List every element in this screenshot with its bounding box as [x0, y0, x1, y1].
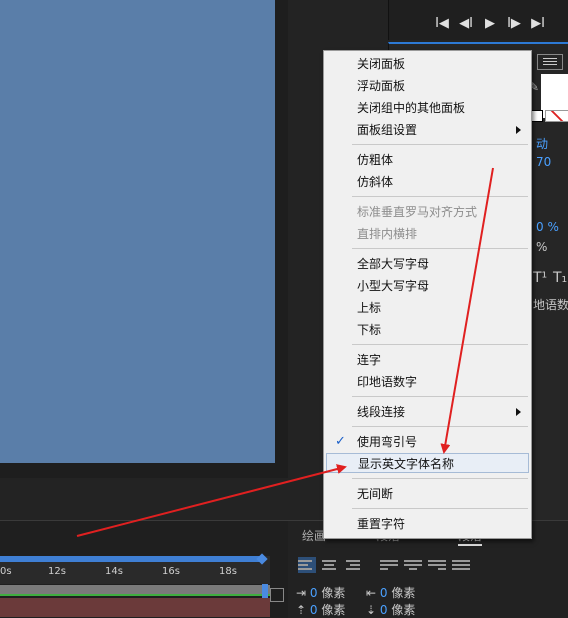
no-stroke-swatch[interactable]: [545, 110, 568, 122]
menu-item-label: 面板组设置: [357, 123, 418, 137]
justify-last-center-icon[interactable]: [404, 557, 422, 573]
prev-frame-button[interactable]: ◀I: [457, 16, 475, 32]
menu-item-all-caps[interactable]: 全部大写字母: [326, 254, 529, 274]
tick-label: 0s: [0, 566, 12, 577]
last-frame-button[interactable]: ▶I: [529, 16, 547, 32]
menu-item-panel-group-settings[interactable]: 面板组设置: [326, 120, 529, 140]
work-area-bar[interactable]: [0, 556, 262, 562]
align-left-icon[interactable]: [298, 557, 316, 573]
menu-separator: [352, 196, 528, 197]
baseline-value[interactable]: %: [536, 240, 547, 254]
space-after-value[interactable]: 0: [380, 603, 388, 617]
composition-panel: [0, 0, 288, 478]
menu-separator: [352, 508, 528, 509]
autokern-value[interactable]: 动: [536, 135, 548, 152]
subscript-icon[interactable]: T₁: [553, 270, 567, 286]
unit-label: 像素: [391, 586, 416, 600]
space-before-row[interactable]: ⇡ 0 像素: [296, 601, 345, 618]
menu-item-label: 全部大写字母: [357, 257, 430, 271]
tick-label: 18s: [219, 566, 237, 577]
justify-last-left-icon[interactable]: [380, 557, 398, 573]
justify-last-right-icon[interactable]: [428, 557, 446, 573]
align-right-icon[interactable]: [346, 557, 364, 573]
menu-separator: [352, 248, 528, 249]
space-after-row[interactable]: ⇣ 0 像素: [366, 601, 415, 618]
time-ruler[interactable]: 0s 12s 14s 16s 18s: [0, 553, 270, 584]
menu-item-label: 无间断: [357, 487, 394, 501]
menu-item-label: 关闭组中的其他面板: [357, 101, 466, 115]
menu-item-reset-character[interactable]: 重置字符: [326, 514, 529, 534]
unit-label: 像素: [321, 586, 346, 600]
expand-icon[interactable]: [270, 588, 284, 602]
menu-separator: [352, 344, 528, 345]
context-menu: 关闭面板 浮动面板 关闭组中的其他面板 面板组设置 仿粗体 仿斜体 标准垂直罗马…: [323, 50, 532, 539]
menu-separator: [352, 396, 528, 397]
space-before-value[interactable]: 0: [310, 603, 318, 617]
hindi-digits-label: 地语数: [533, 298, 568, 312]
tracking-value[interactable]: 70: [536, 155, 551, 169]
indent-right-value[interactable]: 0: [380, 586, 388, 600]
menu-separator: [352, 478, 528, 479]
tick-label: 16s: [162, 566, 180, 577]
menu-item-label: 关闭面板: [357, 57, 406, 71]
menu-item-faux-italic[interactable]: 仿斜体: [326, 172, 529, 192]
menu-item-close-panel[interactable]: 关闭面板: [326, 54, 529, 74]
menu-item-label: 标准垂直罗马对齐方式: [357, 205, 478, 219]
menu-item-label: 上标: [357, 301, 382, 315]
menu-item-label: 浮动面板: [357, 79, 406, 93]
superscript-icon[interactable]: T¹: [533, 270, 547, 286]
menu-item-subscript[interactable]: 下标: [326, 320, 529, 340]
menu-item-hindi-digits[interactable]: 印地语数字: [326, 372, 529, 392]
menu-item-line-join[interactable]: 线段连接: [326, 402, 529, 422]
composition-viewer[interactable]: [0, 0, 275, 463]
menu-item-label: 直排内横排: [357, 227, 418, 241]
menu-item-label: 线段连接: [357, 405, 406, 419]
menu-item-no-break[interactable]: 无间断: [326, 484, 529, 504]
unit-label: 像素: [321, 603, 346, 617]
menu-item-label: 仿粗体: [357, 153, 394, 167]
play-button[interactable]: ▶: [481, 16, 499, 32]
first-frame-button[interactable]: I◀: [433, 16, 451, 32]
menu-item-tate-chu-yoko: 直排内横排: [326, 224, 529, 244]
layer-track[interactable]: [0, 598, 270, 617]
menu-item-undock-panel[interactable]: 浮动面板: [326, 76, 529, 96]
indent-right-row[interactable]: ⇤ 0 像素: [366, 584, 415, 601]
menu-item-standard-vertical-roman: 标准垂直罗马对齐方式: [326, 202, 529, 222]
menu-item-ligatures[interactable]: 连字: [326, 350, 529, 370]
menu-separator: [352, 144, 528, 145]
indent-left-value[interactable]: 0: [310, 586, 318, 600]
menu-item-label: 印地语数字: [357, 375, 418, 389]
menu-item-superscript[interactable]: 上标: [326, 298, 529, 318]
tick-label: 12s: [48, 566, 66, 577]
menu-item-close-other-panels[interactable]: 关闭组中的其他面板: [326, 98, 529, 118]
menu-item-small-caps[interactable]: 小型大写字母: [326, 276, 529, 296]
menu-item-label: 重置字符: [357, 517, 406, 531]
menu-item-label: 连字: [357, 353, 382, 367]
current-time-indicator[interactable]: [262, 584, 268, 598]
unit-label: 像素: [391, 603, 416, 617]
menu-item-label: 显示英文字体名称: [358, 457, 455, 471]
preview-panel: I◀ ◀I ▶ I▶ ▶I: [388, 0, 568, 40]
indent-left-row[interactable]: ⇥ 0 像素: [296, 584, 345, 601]
scale-value[interactable]: 0 %: [536, 220, 559, 234]
menu-item-label: 仿斜体: [357, 175, 394, 189]
checkmark-icon: ✓: [335, 434, 346, 449]
align-center-icon[interactable]: [322, 557, 340, 573]
menu-item-label: 使用弯引号: [357, 435, 418, 449]
menu-item-show-font-names-in-english[interactable]: 显示英文字体名称: [326, 453, 529, 473]
menu-item-faux-bold[interactable]: 仿粗体: [326, 150, 529, 170]
tick-label: 14s: [105, 566, 123, 577]
menu-item-label: 下标: [357, 323, 382, 337]
menu-item-label: 小型大写字母: [357, 279, 430, 293]
panel-menu-icon[interactable]: [537, 54, 563, 70]
next-frame-button[interactable]: I▶: [505, 16, 523, 32]
layer-duration-bar[interactable]: [0, 585, 270, 596]
submenu-arrow-icon: [516, 126, 521, 134]
menu-item-smart-quotes[interactable]: ✓ 使用弯引号: [326, 432, 529, 452]
submenu-arrow-icon: [516, 408, 521, 416]
justify-all-icon[interactable]: [452, 557, 470, 573]
default-colors-icon[interactable]: [531, 110, 543, 122]
menu-separator: [352, 426, 528, 427]
